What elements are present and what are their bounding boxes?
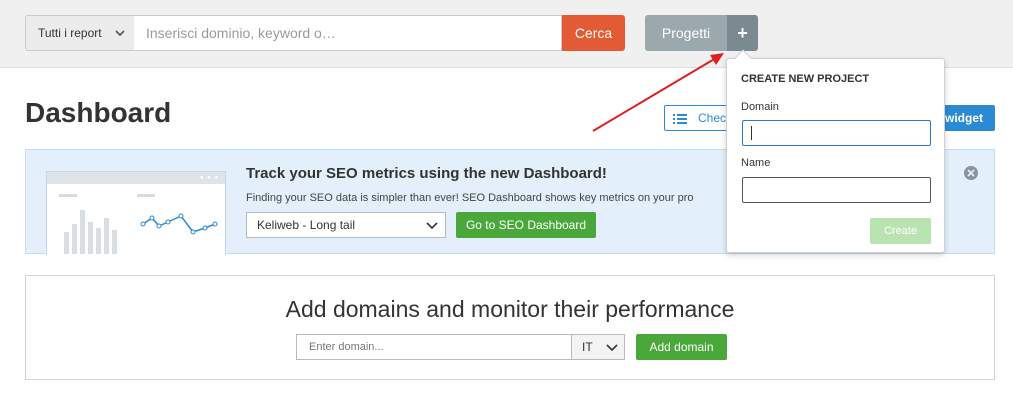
illustration-chart bbox=[59, 194, 218, 254]
add-domains-panel: Add domains and monitor their performanc… bbox=[25, 275, 995, 380]
close-icon[interactable] bbox=[963, 165, 979, 181]
report-type-select[interactable]: Tutti i report bbox=[25, 15, 135, 51]
banner-title: Track your SEO metrics using the new Das… bbox=[246, 165, 607, 182]
name-label: Name bbox=[741, 157, 771, 169]
domain-input[interactable]: Enter domain... bbox=[296, 334, 572, 360]
chevron-down-icon bbox=[115, 30, 125, 37]
project-name-field[interactable] bbox=[742, 177, 931, 203]
project-select[interactable]: Keliweb - Long tail bbox=[246, 212, 446, 238]
add-project-button[interactable]: + bbox=[727, 15, 758, 51]
report-type-label: Tutti i report bbox=[38, 26, 102, 40]
chevron-down-icon bbox=[606, 344, 618, 352]
add-domains-title: Add domains and monitor their performanc… bbox=[285, 296, 735, 322]
domain-placeholder: Enter domain... bbox=[309, 341, 384, 353]
page-title: Dashboard bbox=[25, 97, 172, 128]
search-placeholder: Inserisci dominio, keyword o… bbox=[146, 25, 336, 41]
dashboard-illustration: ● ● ● bbox=[46, 171, 226, 255]
illustration-header bbox=[47, 172, 225, 184]
create-project-popover: CREATE NEW PROJECT Domain Name Create bbox=[726, 49, 945, 253]
popover-title: CREATE NEW PROJECT bbox=[741, 73, 870, 85]
chevron-down-icon bbox=[426, 222, 438, 230]
country-value: IT bbox=[582, 340, 593, 354]
project-domain-field[interactable] bbox=[742, 120, 931, 146]
projects-button[interactable]: Progetti bbox=[645, 15, 727, 51]
text-caret bbox=[751, 126, 752, 140]
add-domain-button[interactable]: Add domain bbox=[636, 334, 727, 360]
project-select-value: Keliweb - Long tail bbox=[257, 218, 356, 232]
search-input[interactable]: Inserisci dominio, keyword o… bbox=[134, 15, 562, 51]
go-to-seo-dashboard-button[interactable]: Go to SEO Dashboard bbox=[456, 212, 596, 238]
illustration-dots: ● ● ● bbox=[199, 175, 219, 181]
create-project-button[interactable]: Create bbox=[870, 218, 931, 244]
search-button[interactable]: Cerca bbox=[562, 15, 625, 51]
country-select[interactable]: IT bbox=[571, 334, 625, 360]
annotation-arrow bbox=[592, 53, 724, 132]
banner-description: Finding your SEO data is simpler than ev… bbox=[246, 192, 694, 204]
domain-label: Domain bbox=[741, 101, 779, 113]
